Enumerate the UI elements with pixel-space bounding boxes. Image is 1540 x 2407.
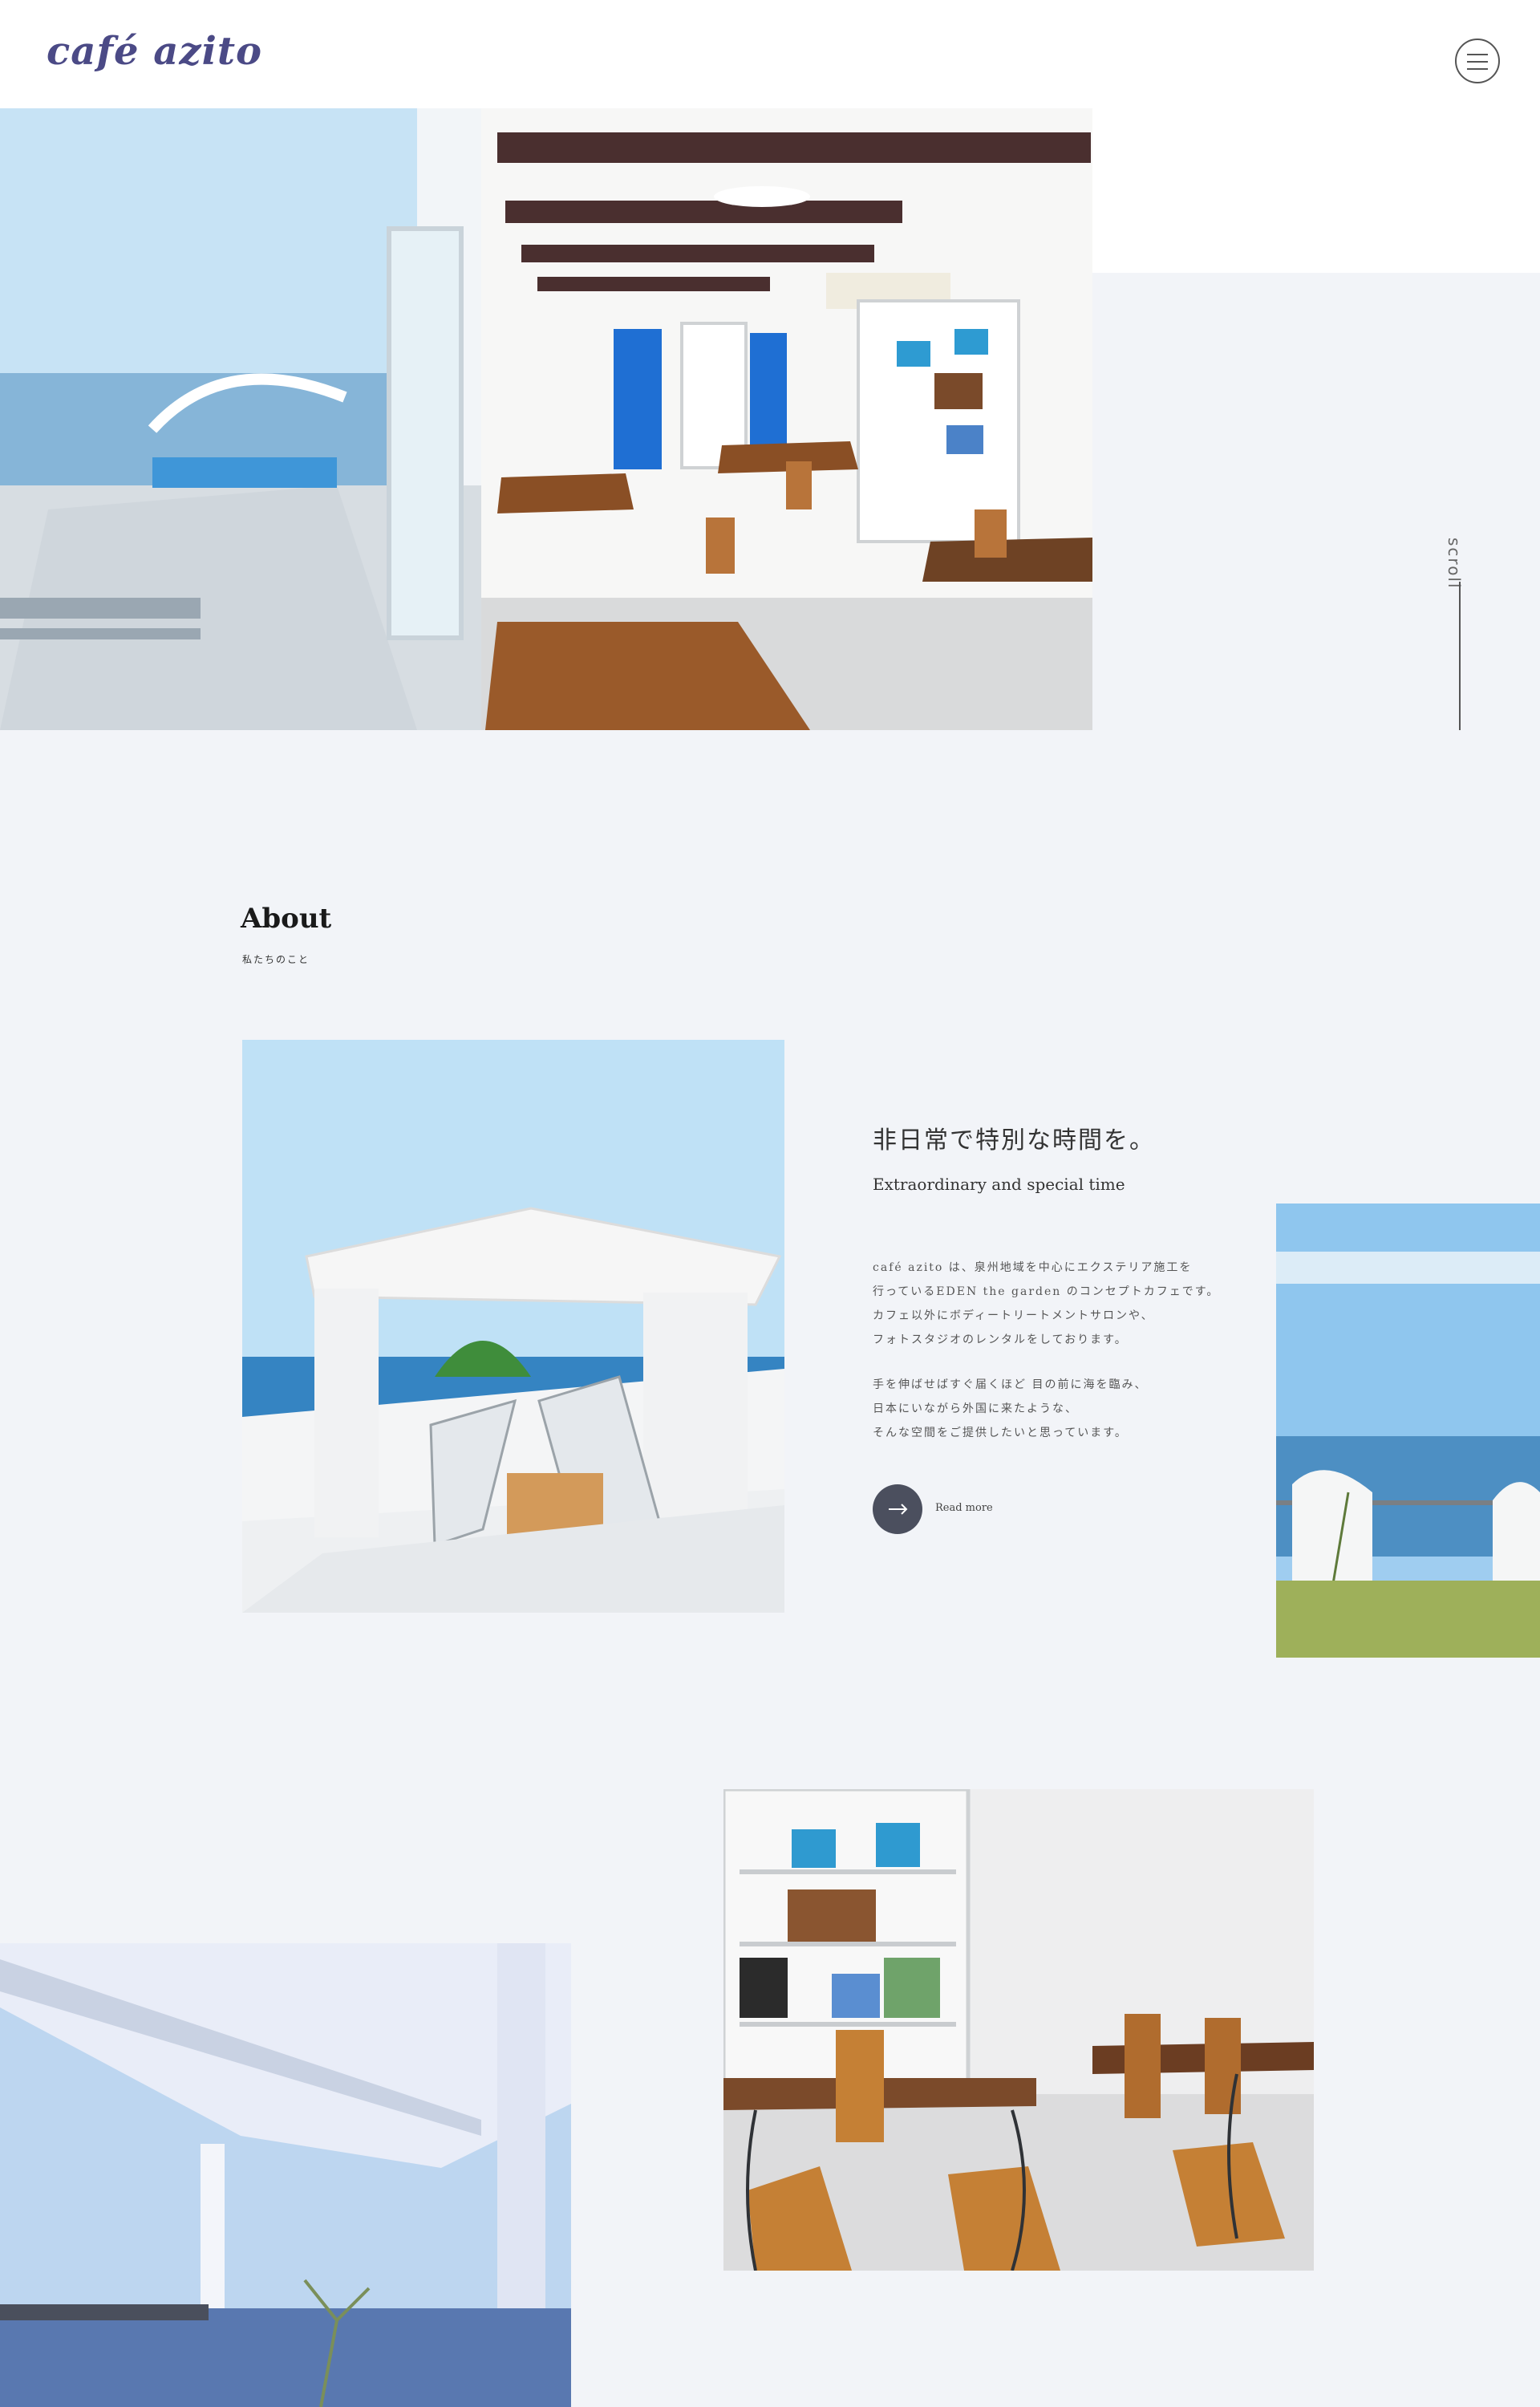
read-more-button[interactable] — [873, 1484, 922, 1534]
about-paragraph-1-line: 行っているEDEN the garden のコンセプトカフェです。 — [873, 1285, 1220, 1298]
about-title: 非日常で特別な時間を。 — [873, 1126, 1155, 1155]
seaside-lawn-image — [1276, 1204, 1540, 1658]
about-heading: About — [241, 903, 332, 935]
logo[interactable]: café azito — [47, 29, 262, 74]
header-white-block — [1091, 108, 1540, 273]
header: café azito — [0, 0, 1540, 108]
about-paragraph-2: 手を伸ばせばすぐ届くほど 目の前に海を臨み、 日本にいながら外国に来たような、 … — [873, 1373, 1219, 1445]
about-paragraph-1-line: café azito は、泉州地域を中心にエクステリア施工を — [873, 1261, 1193, 1274]
about-paragraph-1-line: フォトスタジオのレンタルをしております。 — [873, 1333, 1128, 1346]
about-paragraph-2-line: そんな空間をご提供したいと思っています。 — [873, 1427, 1128, 1439]
hero-image — [0, 108, 1092, 730]
scroll-indicator[interactable]: scroll — [1440, 534, 1480, 734]
about-paragraph-2-line: 手を伸ばせばすぐ届くほど 目の前に海を臨み、 — [873, 1378, 1148, 1391]
scroll-label: scroll — [1445, 538, 1464, 590]
arrow-right-icon — [873, 1504, 922, 1537]
about-image-tent — [242, 1040, 784, 1613]
about-paragraph-1-line: カフェ以外にボディートリートメントサロンや、 — [873, 1309, 1154, 1322]
about-body: café azito は、泉州地域を中心にエクステリア施工を 行っているEDEN… — [873, 1256, 1219, 1466]
cafe-shelf-image — [723, 1789, 1314, 2271]
read-more-link[interactable]: Read more — [935, 1502, 993, 1514]
about-paragraph-2-line: 日本にいながら外国に来たような、 — [873, 1402, 1078, 1415]
about-paragraph-1: café azito は、泉州地域を中心にエクステリア施工を 行っているEDEN… — [873, 1256, 1219, 1352]
canopy-sea-image — [0, 1943, 571, 2407]
about-title-en: Extraordinary and special time — [873, 1175, 1125, 1194]
about-subheading: 私たちのこと — [242, 954, 310, 965]
page: café azito scroll About 私たちのこと 非日常で特別な時間… — [0, 0, 1540, 2407]
scroll-line — [1459, 582, 1461, 730]
menu-button[interactable] — [1455, 39, 1500, 83]
